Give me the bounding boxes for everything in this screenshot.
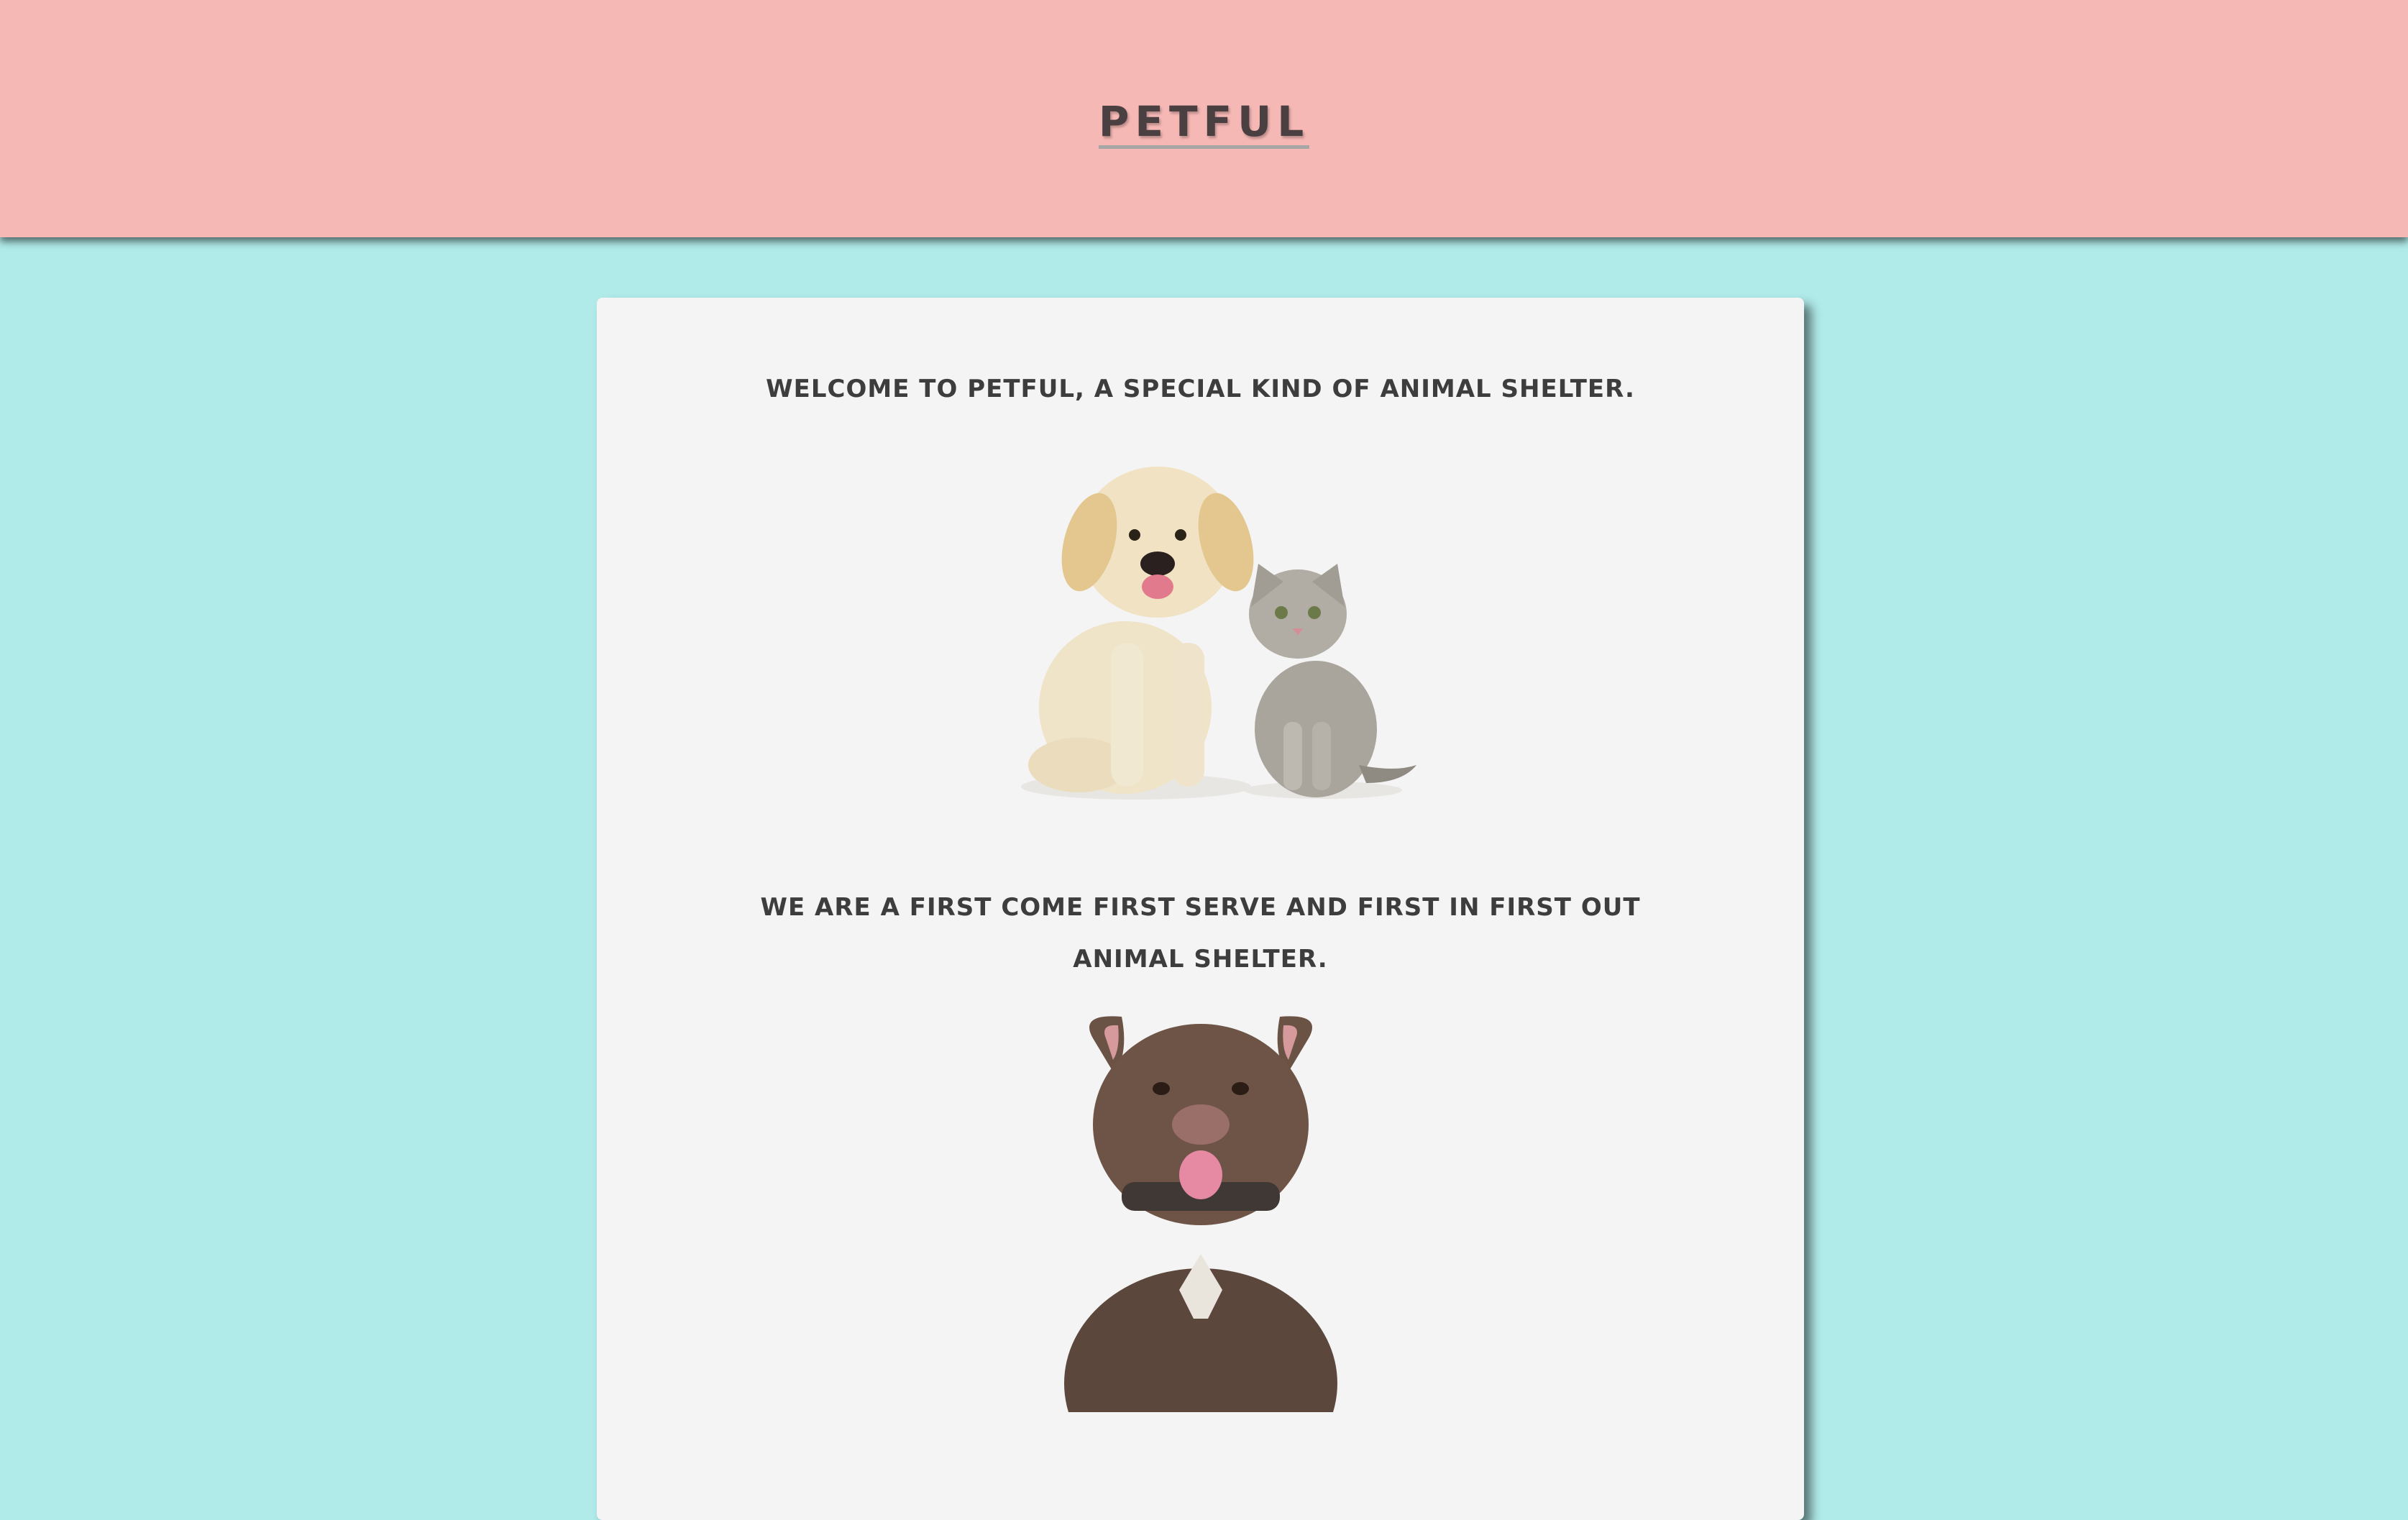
kitten-illustration bbox=[1244, 564, 1416, 799]
puppy-illustration bbox=[1021, 467, 1254, 800]
welcome-heading: WELCOME TO PETFUL, A SPECIAL KIND OF ANI… bbox=[766, 374, 1635, 403]
shelter-policy-text: WE ARE A FIRST COME FIRST SERVE AND FIRS… bbox=[760, 893, 1641, 974]
site-logo[interactable]: PETFUL bbox=[0, 97, 2408, 149]
pitbull-illustration bbox=[1064, 1016, 1337, 1412]
puppy-and-kitten-image bbox=[1021, 467, 1416, 800]
site-header: PETFUL bbox=[0, 0, 2408, 237]
welcome-card: WELCOME TO PETFUL, A SPECIAL KIND OF ANI… bbox=[597, 298, 1804, 1520]
site-logo-text[interactable]: PETFUL bbox=[1098, 101, 1310, 149]
brown-pitbull-image bbox=[1064, 1016, 1337, 1412]
